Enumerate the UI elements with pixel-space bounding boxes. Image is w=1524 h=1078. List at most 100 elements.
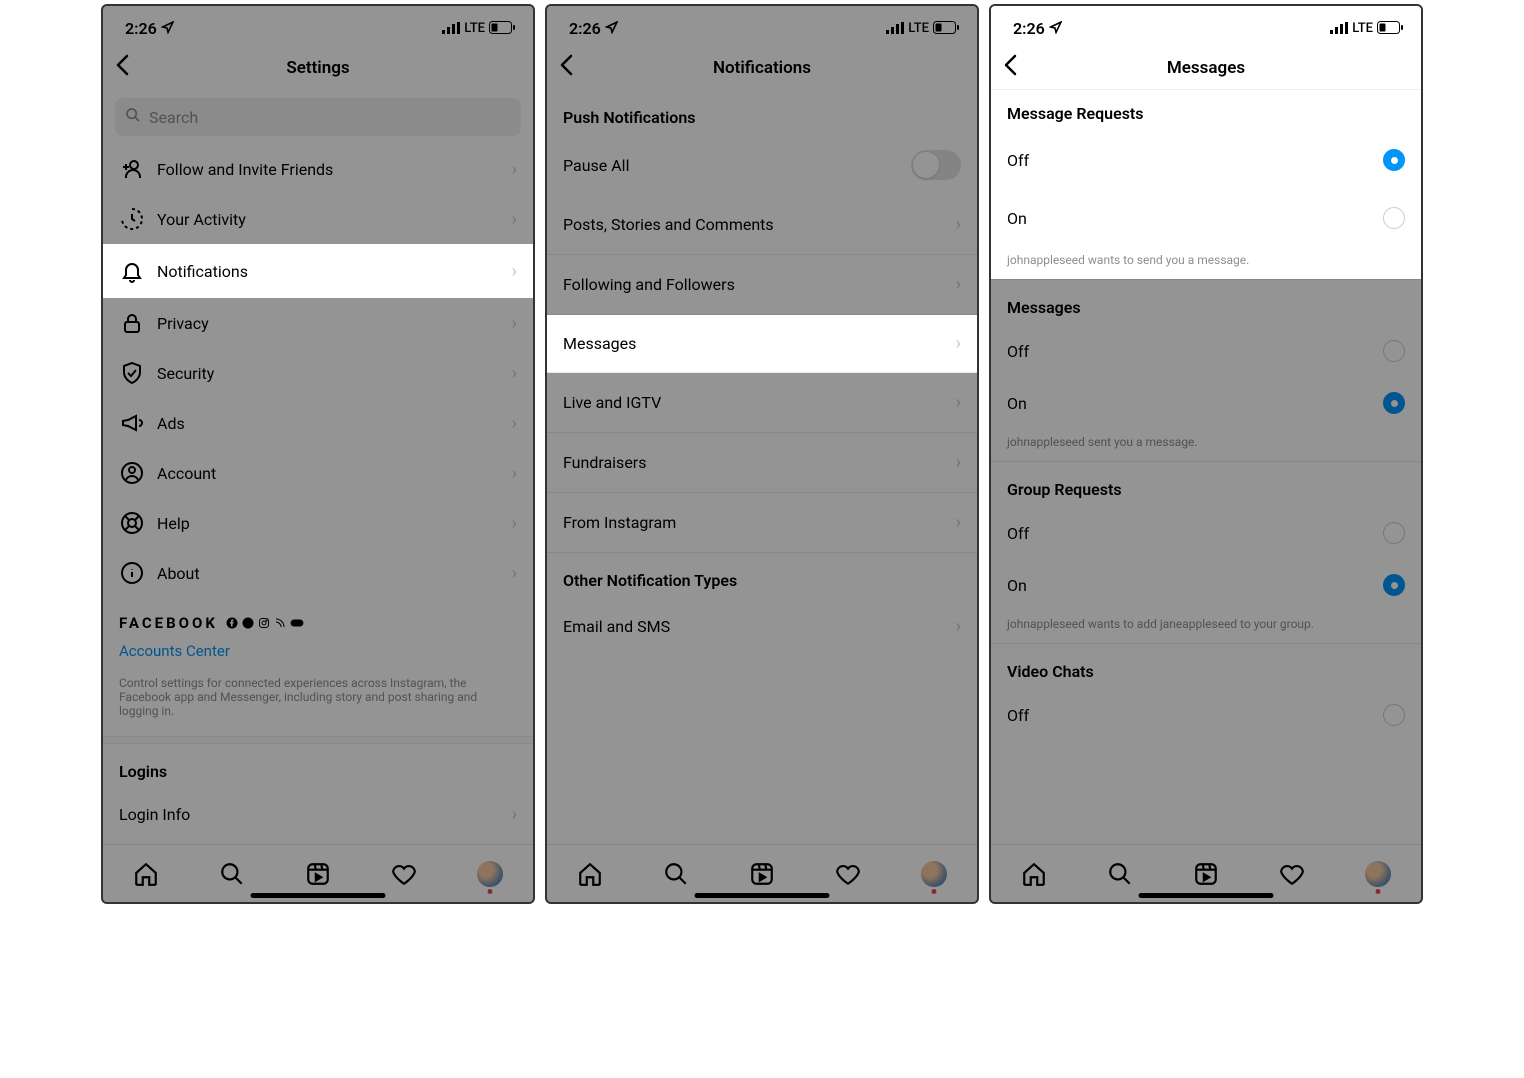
messages-section: Messages Off On johnappleseed sent you a…: [991, 279, 1421, 461]
follow-invite-icon: [119, 156, 145, 182]
notif-item-messages[interactable]: Messages ›: [547, 315, 977, 373]
radio-selected[interactable]: [1383, 574, 1405, 596]
status-time: 2:26: [125, 19, 157, 38]
heart-icon[interactable]: [390, 860, 418, 888]
settings-item-ads[interactable]: Ads ›: [103, 398, 533, 448]
row-label: Email and SMS: [563, 617, 956, 636]
chevron-right-icon: ›: [956, 512, 961, 533]
option-on[interactable]: On: [991, 377, 1421, 429]
home-icon[interactable]: [576, 860, 604, 888]
group-requests-section: Group Requests Off On johnappleseed want…: [991, 461, 1421, 643]
settings-item-privacy[interactable]: Privacy ›: [103, 298, 533, 348]
search-nav-icon[interactable]: [218, 860, 246, 888]
notif-item-posts-stories[interactable]: Posts, Stories and Comments ›: [547, 195, 977, 255]
profile-avatar[interactable]: [1364, 860, 1392, 888]
radio-unselected[interactable]: [1383, 704, 1405, 726]
option-label: On: [1007, 209, 1383, 228]
heart-icon[interactable]: [1278, 860, 1306, 888]
row-label: Messages: [563, 334, 956, 353]
option-on[interactable]: On: [991, 189, 1421, 247]
option-off[interactable]: Off: [991, 507, 1421, 559]
section-header: Messages: [991, 280, 1421, 325]
location-icon: [605, 19, 618, 38]
settings-item-security[interactable]: Security ›: [103, 348, 533, 398]
radio-selected[interactable]: [1383, 149, 1405, 171]
notif-item-live-igtv[interactable]: Live and IGTV ›: [547, 373, 977, 433]
lock-icon: [119, 310, 145, 336]
other-notif-header: Other Notification Types: [547, 553, 977, 598]
back-button[interactable]: [559, 54, 573, 82]
notif-item-following-followers[interactable]: Following and Followers ›: [547, 255, 977, 315]
bell-icon: [119, 258, 145, 284]
back-button[interactable]: [115, 54, 129, 82]
location-icon: [1049, 19, 1062, 38]
radio-selected[interactable]: [1383, 392, 1405, 414]
accounts-center-desc: Control settings for connected experienc…: [103, 670, 533, 730]
accounts-center-link[interactable]: Accounts Center: [103, 638, 533, 670]
page-title: Notifications: [713, 58, 811, 78]
profile-avatar[interactable]: [920, 860, 948, 888]
heart-icon[interactable]: [834, 860, 862, 888]
option-off[interactable]: Off: [991, 325, 1421, 377]
settings-item-help[interactable]: Help ›: [103, 498, 533, 548]
notif-item-fundraisers[interactable]: Fundraisers ›: [547, 433, 977, 493]
notif-item-email-sms[interactable]: Email and SMS ›: [547, 598, 977, 654]
pause-all-toggle[interactable]: [911, 150, 961, 180]
radio-unselected[interactable]: [1383, 522, 1405, 544]
logins-header: Logins: [103, 744, 533, 789]
reels-icon[interactable]: [304, 860, 332, 888]
row-label: Ads: [157, 414, 512, 433]
option-off[interactable]: Off: [991, 689, 1421, 741]
chevron-right-icon: ›: [512, 513, 517, 534]
chevron-right-icon: ›: [512, 261, 517, 282]
search-icon: [125, 107, 141, 127]
home-icon[interactable]: [132, 860, 160, 888]
reels-icon[interactable]: [748, 860, 776, 888]
facebook-apps-icons: [226, 617, 304, 629]
pause-all-row[interactable]: Pause All: [547, 135, 977, 195]
home-icon[interactable]: [1020, 860, 1048, 888]
status-time: 2:26: [569, 19, 601, 38]
search-nav-icon[interactable]: [662, 860, 690, 888]
profile-avatar[interactable]: [476, 860, 504, 888]
notif-item-from-instagram[interactable]: From Instagram ›: [547, 493, 977, 553]
battery-icon: [489, 19, 515, 38]
row-label: Security: [157, 364, 512, 383]
search-input[interactable]: Search: [115, 98, 521, 136]
section-footer: johnappleseed wants to add janeappleseed…: [991, 611, 1421, 643]
chevron-right-icon: ›: [956, 452, 961, 473]
battery-icon: [1377, 19, 1403, 38]
chevron-right-icon: ›: [512, 363, 517, 384]
home-indicator[interactable]: [251, 893, 386, 898]
settings-item-account[interactable]: Account ›: [103, 448, 533, 498]
nav-header: Settings: [103, 46, 533, 90]
row-label: Follow and Invite Friends: [157, 160, 512, 179]
settings-item-activity[interactable]: Your Activity ›: [103, 194, 533, 244]
reels-icon[interactable]: [1192, 860, 1220, 888]
page-title: Messages: [1167, 58, 1245, 78]
row-label: Login Info: [119, 805, 512, 824]
back-button[interactable]: [1003, 54, 1017, 82]
row-label: Your Activity: [157, 210, 512, 229]
settings-item-login-info[interactable]: Login Info ›: [103, 789, 533, 839]
chevron-right-icon: ›: [512, 313, 517, 334]
settings-item-follow-invite[interactable]: Follow and Invite Friends ›: [103, 144, 533, 194]
home-indicator[interactable]: [695, 893, 830, 898]
search-nav-icon[interactable]: [1106, 860, 1134, 888]
settings-item-notifications[interactable]: Notifications ›: [103, 244, 533, 298]
signal-icon: [886, 19, 904, 38]
option-off[interactable]: Off: [991, 131, 1421, 189]
option-label: Off: [1007, 151, 1383, 170]
shield-icon: [119, 360, 145, 386]
radio-unselected[interactable]: [1383, 340, 1405, 362]
option-on[interactable]: On: [991, 559, 1421, 611]
radio-unselected[interactable]: [1383, 207, 1405, 229]
settings-item-about[interactable]: About ›: [103, 548, 533, 598]
network-label: LTE: [464, 21, 485, 36]
home-indicator[interactable]: [1139, 893, 1274, 898]
section-header: Video Chats: [991, 644, 1421, 689]
status-bar: 2:26 LTE: [547, 6, 977, 46]
chevron-right-icon: ›: [512, 463, 517, 484]
search-placeholder: Search: [149, 108, 198, 127]
settings-screen: 2:26 LTE Settings: [101, 4, 535, 904]
